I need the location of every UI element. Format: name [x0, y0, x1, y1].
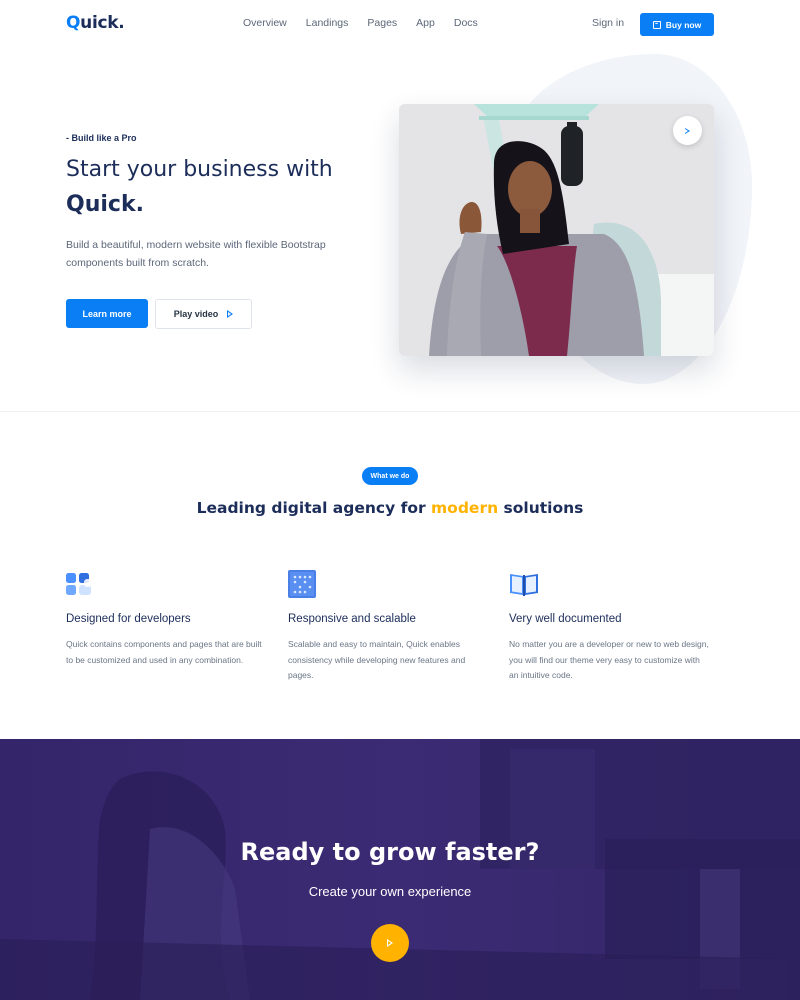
hero-title-line2: Quick.	[66, 192, 144, 217]
book-icon	[509, 570, 538, 598]
navbar: Quick. Overview Landings Pages App Docs …	[0, 0, 800, 48]
play-icon	[387, 939, 393, 947]
feature-title: Responsive and scalable	[288, 613, 416, 625]
nav-link-landings[interactable]: Landings	[306, 17, 349, 29]
nav-links: Overview Landings Pages App Docs	[243, 17, 497, 29]
section-title-highlight: modern	[431, 499, 499, 517]
shopping-bag-icon	[652, 20, 661, 29]
logo-mark: Q	[66, 13, 81, 33]
buy-now-label: Buy now	[665, 19, 702, 30]
play-video-label: Play video	[173, 309, 219, 319]
feature-text: No matter you are a developer or new to …	[509, 639, 709, 681]
cta-title: Ready to grow faster?	[240, 838, 540, 866]
cta-section	[0, 739, 800, 1000]
hero-title: Start your business with Quick.	[66, 152, 366, 222]
grid-panel-icon	[288, 570, 316, 598]
section-title-after: solutions	[503, 499, 584, 517]
nav-link-pages[interactable]: Pages	[367, 17, 397, 29]
feature-text: Quick contains components and pages that…	[66, 639, 262, 665]
buy-now-button[interactable]: Buy now	[640, 13, 714, 36]
section-divider	[0, 411, 800, 412]
hero-title-line1: Start your business with	[66, 157, 333, 182]
hero-description: Build a beautiful, modern website with f…	[66, 239, 326, 269]
what-we-do-badge: What we do	[362, 467, 418, 485]
section-title: Leading digital agency for modern soluti…	[0, 499, 780, 517]
feature-title: Very well documented	[509, 613, 622, 625]
section-title-before: Leading digital agency for	[196, 499, 426, 517]
play-icon	[685, 127, 690, 134]
play-video-button[interactable]: Play video	[155, 299, 252, 329]
play-icon	[227, 310, 234, 318]
feature-card-developers: Designed for developers Quick contains c…	[66, 570, 266, 668]
nav-link-app[interactable]: App	[416, 17, 435, 29]
feature-title: Designed for developers	[66, 613, 191, 625]
feature-card-responsive: Responsive and scalable Scalable and eas…	[288, 570, 488, 684]
hero-photo	[399, 104, 714, 356]
signin-link[interactable]: Sign in	[592, 17, 624, 29]
logo-text: uick.	[80, 13, 125, 33]
brand-logo[interactable]: Quick.	[66, 13, 125, 33]
cta-subtitle: Create your own experience	[308, 884, 472, 899]
feature-text: Scalable and easy to maintain, Quick ena…	[288, 639, 466, 681]
photo-play-button[interactable]	[673, 116, 702, 145]
cta-play-button[interactable]	[371, 924, 409, 962]
nav-link-docs[interactable]: Docs	[454, 17, 478, 29]
blocks-icon	[66, 570, 94, 598]
learn-more-button[interactable]: Learn more	[66, 299, 148, 328]
hero-eyebrow: - Build like a Pro	[66, 133, 137, 143]
nav-link-overview[interactable]: Overview	[243, 17, 287, 29]
feature-card-documented: Very well documented No matter you are a…	[509, 570, 709, 684]
